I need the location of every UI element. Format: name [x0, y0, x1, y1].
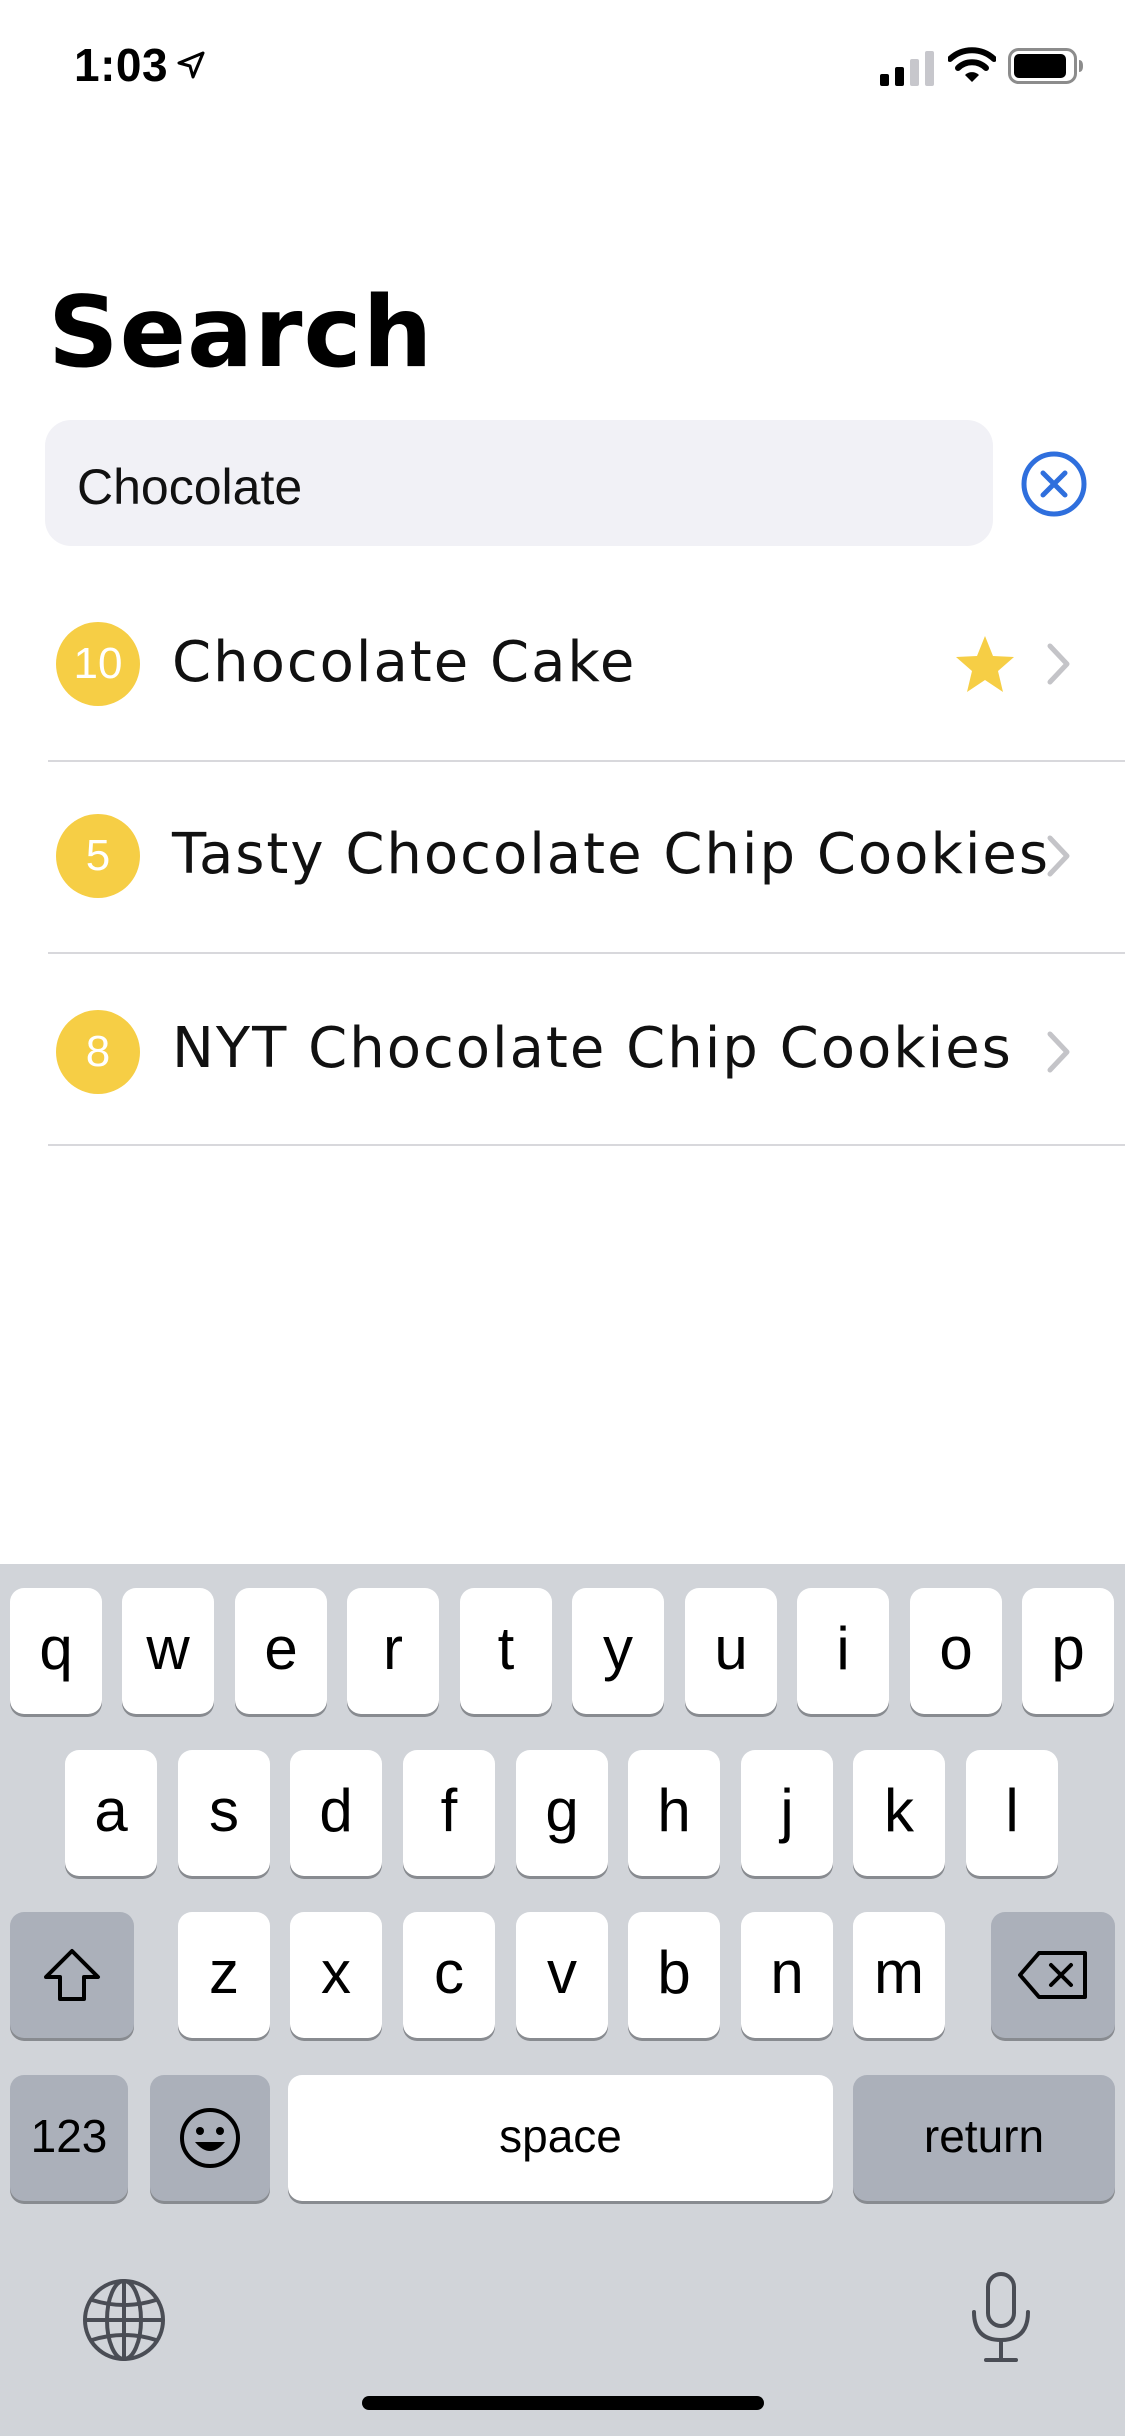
cellular-signal-icon	[880, 51, 934, 86]
key-c[interactable]: c	[403, 1912, 495, 2038]
key-j[interactable]: j	[741, 1750, 833, 1876]
key-w[interactable]: w	[122, 1588, 214, 1714]
result-title: NYT Chocolate Chip Cookies	[172, 1016, 1013, 1081]
result-row[interactable]: 5 Tasty Chocolate Chip Cookies	[48, 760, 1125, 952]
shift-icon	[44, 1949, 100, 2001]
microphone-icon[interactable]	[966, 2270, 1036, 2366]
numbers-key[interactable]: 123	[10, 2075, 128, 2201]
search-input-value: Chocolate	[77, 459, 303, 515]
key-s[interactable]: s	[178, 1750, 270, 1876]
key-x[interactable]: x	[290, 1912, 382, 2038]
key-u[interactable]: u	[685, 1588, 777, 1714]
key-p[interactable]: p	[1022, 1588, 1114, 1714]
divider	[48, 1144, 1125, 1146]
count-badge: 8	[56, 1010, 140, 1094]
key-q[interactable]: q	[10, 1588, 102, 1714]
key-g[interactable]: g	[516, 1750, 608, 1876]
page-title: Search	[48, 276, 434, 390]
key-a[interactable]: a	[65, 1750, 157, 1876]
key-d[interactable]: d	[290, 1750, 382, 1876]
key-v[interactable]: v	[516, 1912, 608, 2038]
key-f[interactable]: f	[403, 1750, 495, 1876]
result-title: Chocolate Cake	[172, 630, 637, 695]
clear-circle-icon[interactable]	[1020, 450, 1088, 518]
status-time: 1:03	[74, 39, 169, 91]
globe-icon[interactable]	[80, 2276, 168, 2364]
key-h[interactable]: h	[628, 1750, 720, 1876]
chevron-right-icon	[1047, 835, 1070, 877]
star-icon	[956, 636, 1014, 692]
key-z[interactable]: z	[178, 1912, 270, 2038]
key-e[interactable]: e	[235, 1588, 327, 1714]
key-m[interactable]: m	[853, 1912, 945, 2038]
key-l[interactable]: l	[966, 1750, 1058, 1876]
chevron-right-icon	[1047, 643, 1070, 685]
key-k[interactable]: k	[853, 1750, 945, 1876]
key-i[interactable]: i	[797, 1588, 889, 1714]
result-row[interactable]: 8 NYT Chocolate Chip Cookies	[48, 952, 1125, 1144]
home-indicator	[362, 2396, 764, 2410]
emoji-icon	[180, 2108, 240, 2168]
emoji-key[interactable]	[150, 2075, 270, 2201]
count-badge: 5	[56, 814, 140, 898]
status-bar: 1:03	[0, 0, 1125, 140]
key-o[interactable]: o	[910, 1588, 1002, 1714]
backspace-key[interactable]	[991, 1912, 1115, 2038]
location-arrow-icon	[177, 51, 205, 79]
result-title: Tasty Chocolate Chip Cookies	[172, 822, 1051, 887]
key-r[interactable]: r	[347, 1588, 439, 1714]
search-input[interactable]: Chocolate	[45, 420, 993, 546]
key-n[interactable]: n	[741, 1912, 833, 2038]
result-row[interactable]: 10 Chocolate Cake	[48, 568, 1125, 760]
wifi-icon	[948, 47, 996, 82]
return-key[interactable]: return	[853, 2075, 1115, 2201]
chevron-right-icon	[1047, 1031, 1070, 1073]
key-y[interactable]: y	[572, 1588, 664, 1714]
key-t[interactable]: t	[460, 1588, 552, 1714]
backspace-icon	[1018, 1951, 1087, 1999]
count-badge: 10	[56, 622, 140, 706]
shift-key[interactable]	[10, 1912, 134, 2038]
battery-icon	[1008, 48, 1083, 84]
key-b[interactable]: b	[628, 1912, 720, 2038]
space-key[interactable]: space	[288, 2075, 833, 2201]
